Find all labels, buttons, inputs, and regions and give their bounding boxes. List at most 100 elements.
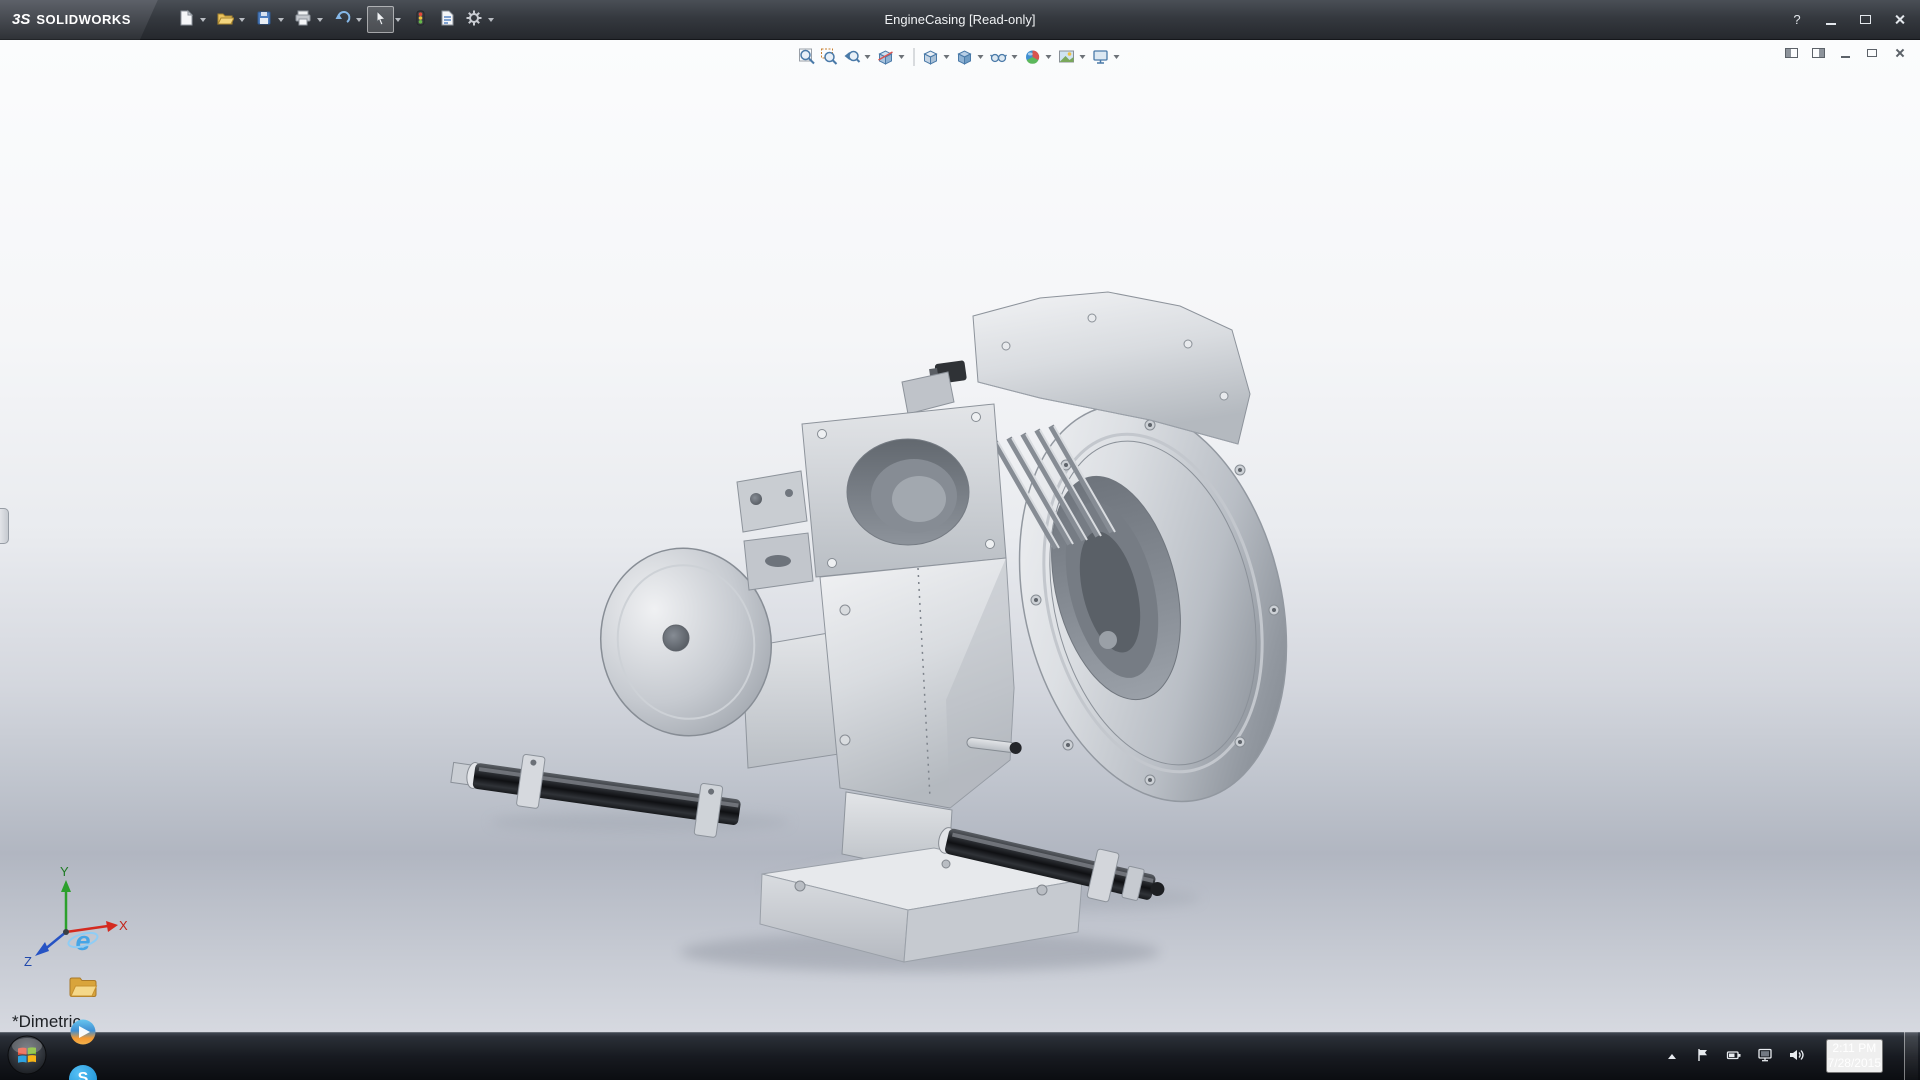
minimize-icon xyxy=(1826,22,1836,25)
power-status-button[interactable] xyxy=(1725,1044,1743,1068)
action-center-button[interactable] xyxy=(1694,1044,1712,1068)
3d-viewport-canvas[interactable] xyxy=(0,40,1920,1032)
flag-icon xyxy=(1695,1047,1711,1066)
new-document-button[interactable] xyxy=(172,6,199,33)
taskbar-windows-explorer-button[interactable] xyxy=(55,965,111,1009)
appearance-dropdown-icon[interactable] xyxy=(1045,55,1052,59)
graphics-area[interactable]: Y X Z *Dimetric xyxy=(0,40,1920,1032)
hide-show-dropdown-icon[interactable] xyxy=(1011,55,1018,59)
toolbar-divider xyxy=(913,48,915,66)
view-orientation-cube-icon xyxy=(922,48,940,66)
taskbar-items: e S xyxy=(54,917,112,1080)
save-dropdown-icon[interactable] xyxy=(278,17,284,22)
triad-y-label: Y xyxy=(60,864,69,879)
select-dropdown-icon[interactable] xyxy=(395,17,401,22)
options-gear-icon xyxy=(465,9,483,30)
pane-right-icon xyxy=(1811,48,1825,58)
print-button[interactable] xyxy=(289,6,316,33)
internet-explorer-icon: e xyxy=(66,926,100,956)
solidworks-window: 3S SOLIDWORKS EngineCasing [Read-only] ?… xyxy=(0,0,1920,1080)
taskbar-skype-button[interactable]: S xyxy=(55,1057,111,1080)
caret-up-icon xyxy=(1667,1053,1676,1059)
scene-dropdown-icon[interactable] xyxy=(1079,55,1086,59)
show-desktop-button[interactable] xyxy=(1904,1032,1918,1080)
doc-minimize-icon xyxy=(1840,56,1850,58)
speaker-icon xyxy=(1788,1047,1804,1066)
pane-left-icon xyxy=(1784,48,1798,58)
clock-time: 2:11 PM xyxy=(1832,1041,1877,1055)
zoom-to-area-button[interactable] xyxy=(819,44,841,70)
options-dropdown-icon[interactable] xyxy=(488,17,494,22)
rebuild-button[interactable] xyxy=(406,6,433,33)
section-view-button[interactable] xyxy=(875,44,897,70)
previous-view-icon xyxy=(843,48,861,66)
window-controls: ? xyxy=(1788,10,1920,30)
media-player-icon xyxy=(68,1017,98,1050)
display-style-icon xyxy=(956,48,974,66)
start-button[interactable] xyxy=(0,1032,54,1080)
doc-pane-left-button[interactable] xyxy=(1782,45,1800,61)
section-view-dropdown-icon[interactable] xyxy=(898,55,905,59)
apply-scene-button[interactable] xyxy=(1056,44,1078,70)
appearance-ball-icon xyxy=(1024,48,1042,66)
close-button[interactable] xyxy=(1890,10,1908,30)
new-document-dropdown-icon[interactable] xyxy=(200,17,206,22)
hide-show-items-button[interactable] xyxy=(988,44,1010,70)
clock-date: 7/28/2015 xyxy=(1827,1056,1881,1070)
view-settings-dropdown-icon[interactable] xyxy=(1113,55,1120,59)
document-window-controls xyxy=(1782,45,1908,61)
doc-restore-button[interactable] xyxy=(1863,45,1881,61)
open-dropdown-icon[interactable] xyxy=(239,17,245,22)
show-hidden-icons-button[interactable] xyxy=(1663,1044,1681,1068)
titlebar: 3S SOLIDWORKS EngineCasing [Read-only] ? xyxy=(0,0,1920,40)
restore-icon xyxy=(1859,15,1871,24)
windows-taskbar: e S 2:11 PM 7/28/2015 xyxy=(0,927,1920,1080)
engine-casing-model[interactable] xyxy=(448,292,1326,962)
feature-pane-splitter-tab[interactable] xyxy=(0,508,9,544)
display-style-dropdown-icon[interactable] xyxy=(977,55,984,59)
view-orientation-button[interactable] xyxy=(920,44,942,70)
undo-button[interactable] xyxy=(328,6,355,33)
taskbar-media-player-button[interactable] xyxy=(55,1011,111,1055)
doc-restore-icon xyxy=(1867,49,1877,57)
triad-x-label: X xyxy=(119,918,128,933)
doc-close-icon xyxy=(1894,48,1904,58)
quick-access-toolbar xyxy=(172,6,499,33)
edit-appearance-button[interactable] xyxy=(1022,44,1044,70)
skype-icon: S xyxy=(69,1065,97,1080)
previous-view-button[interactable] xyxy=(841,44,863,70)
minimize-button[interactable] xyxy=(1822,10,1840,30)
file-properties-button[interactable] xyxy=(433,6,460,33)
options-button[interactable] xyxy=(460,6,487,33)
view-orientation-dropdown-icon[interactable] xyxy=(943,55,950,59)
save-button[interactable] xyxy=(250,6,277,33)
battery-icon xyxy=(1726,1047,1742,1066)
solidworks-logo-mark: 3S xyxy=(12,11,31,28)
restore-button[interactable] xyxy=(1856,10,1874,30)
doc-close-button[interactable] xyxy=(1890,45,1908,61)
view-settings-button[interactable] xyxy=(1090,44,1112,70)
doc-pane-right-button[interactable] xyxy=(1809,45,1827,61)
file-properties-icon xyxy=(438,9,456,30)
window-title: EngineCasing [Read-only] xyxy=(884,12,1036,27)
system-tray: 2:11 PM 7/28/2015 xyxy=(1663,1032,1920,1080)
glasses-icon xyxy=(990,48,1008,66)
taskbar-internet-explorer-button[interactable]: e xyxy=(55,919,111,963)
solidworks-logo-text: SOLIDWORKS xyxy=(36,12,131,27)
undo-dropdown-icon[interactable] xyxy=(356,17,362,22)
print-dropdown-icon[interactable] xyxy=(317,17,323,22)
doc-minimize-button[interactable] xyxy=(1836,45,1854,61)
undo-arrow-icon xyxy=(333,9,351,30)
taskbar-clock[interactable]: 2:11 PM 7/28/2015 xyxy=(1825,1039,1883,1073)
select-button[interactable] xyxy=(367,6,394,33)
network-status-button[interactable] xyxy=(1756,1044,1774,1068)
triad-z-label: Z xyxy=(24,954,32,969)
display-style-button[interactable] xyxy=(954,44,976,70)
printer-icon xyxy=(294,9,312,30)
help-button[interactable]: ? xyxy=(1788,10,1806,30)
volume-button[interactable] xyxy=(1787,1044,1805,1068)
zoom-to-fit-button[interactable] xyxy=(797,44,819,70)
previous-view-dropdown-icon[interactable] xyxy=(864,55,871,59)
open-button[interactable] xyxy=(211,6,238,33)
monitor-icon xyxy=(1757,1047,1773,1066)
